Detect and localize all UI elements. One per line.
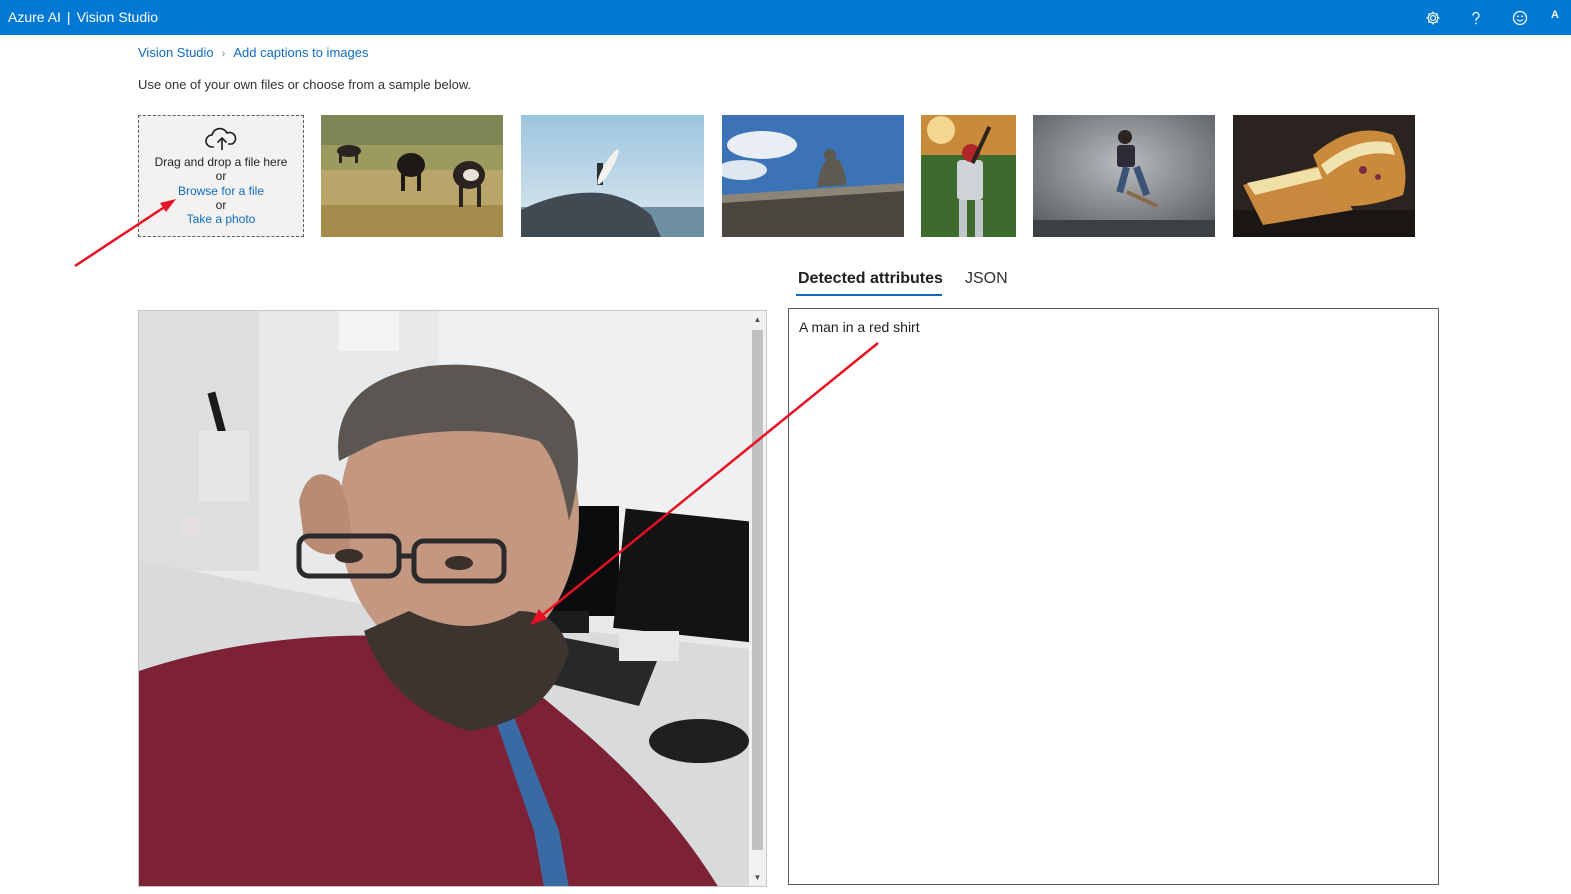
scroll-down-arrow-icon[interactable]: ▼ — [749, 869, 766, 886]
intro-text: Use one of your own files or choose from… — [138, 77, 472, 92]
tab-detected-attributes[interactable]: Detected attributes — [798, 270, 943, 288]
analyzed-image-panel — [138, 310, 767, 887]
drag-drop-text: Drag and drop a file here — [154, 155, 288, 169]
brand-title[interactable]: Azure AI | Vision Studio — [8, 9, 158, 25]
cloud-upload-icon — [205, 127, 237, 150]
image-scrollbar[interactable]: ▲ ▼ — [749, 311, 766, 886]
caption-result: A man in a red shirt — [799, 319, 920, 335]
sample-image-surfer[interactable] — [521, 115, 704, 237]
help-question-icon[interactable] — [1464, 6, 1488, 30]
scroll-up-arrow-icon[interactable]: ▲ — [749, 311, 766, 328]
sample-image-baseball[interactable] — [921, 115, 1016, 237]
brand-name: Azure AI — [8, 9, 61, 25]
product-name: Vision Studio — [76, 9, 159, 25]
feedback-smiley-icon[interactable] — [1508, 6, 1532, 30]
sample-image-building[interactable] — [722, 115, 904, 237]
tab-json[interactable]: JSON — [965, 270, 1008, 288]
sample-image-skateboarder[interactable] — [1033, 115, 1215, 237]
or-text: or — [215, 169, 227, 183]
breadcrumb: Vision Studio › Add captions to images — [138, 45, 368, 60]
user-avatar[interactable]: A — [1551, 9, 1559, 21]
take-photo-link[interactable]: Take a photo — [139, 212, 303, 226]
scroll-thumb[interactable] — [752, 330, 763, 850]
active-tab-indicator — [796, 294, 942, 296]
brand-separator: | — [66, 9, 71, 25]
upload-dropzone[interactable]: Drag and drop a file here or Browse for … — [138, 115, 304, 237]
breadcrumb-add-captions[interactable]: Add captions to images — [233, 45, 368, 60]
chevron-right-icon: › — [221, 48, 226, 60]
breadcrumb-vision-studio[interactable]: Vision Studio — [138, 45, 214, 60]
or-text: or — [215, 198, 227, 212]
top-bar: Azure AI | Vision Studio A — [0, 0, 1571, 35]
detected-attributes-panel: A man in a red shirt — [788, 308, 1439, 885]
browse-file-link[interactable]: Browse for a file — [139, 184, 303, 198]
analyzed-image — [139, 311, 766, 886]
settings-gear-icon[interactable] — [1421, 6, 1445, 30]
sample-image-sandwich[interactable] — [1233, 115, 1415, 237]
sample-image-cows[interactable] — [321, 115, 503, 237]
